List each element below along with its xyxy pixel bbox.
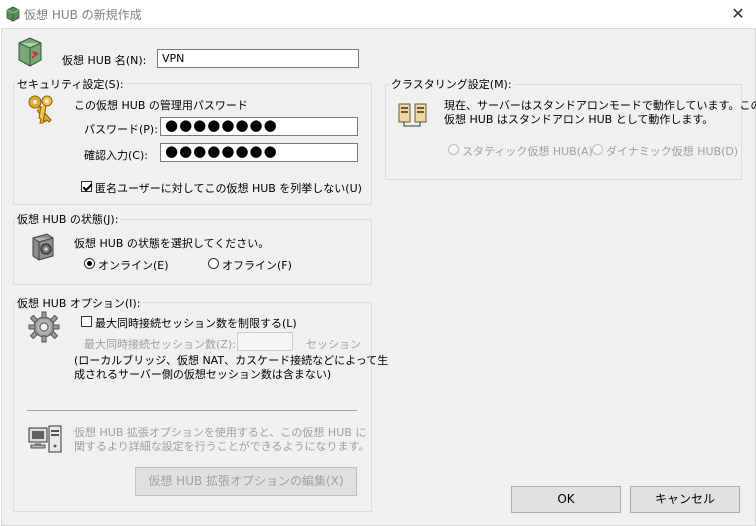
status-group-title: 仮想 HUB の状態(J): (15, 211, 121, 227)
extended-options-line2: 関するより詳細な設定を行うことができるようになります。 (74, 440, 370, 453)
status-group (13, 219, 372, 285)
virtual-hub-icon (6, 6, 20, 22)
ok-button[interactable]: OK (511, 486, 621, 513)
edit-extended-options-button[interactable]: 仮想 HUB 拡張オプションの編集(X) (135, 467, 357, 496)
servers-icon (398, 103, 427, 127)
anonymous-enum-label[interactable]: 匿名ユーザーに対してこの仮想 HUB を列挙しない(U) (95, 180, 362, 196)
cancel-button[interactable]: キャンセル (630, 486, 740, 513)
limit-sessions-label[interactable]: 最大同時接続セッション数を制限する(L) (95, 315, 297, 331)
sessions-note-line2: 成されるサーバー側の仮想セッション数は含まない) (74, 368, 332, 381)
gear-icon (28, 311, 60, 343)
static-hub-label[interactable]: スタティック仮想 HUB(A) (462, 143, 593, 159)
anonymous-enum-checkbox[interactable] (81, 181, 92, 192)
max-sessions-input[interactable] (237, 332, 293, 351)
sessions-unit-label: セッション (306, 338, 361, 351)
online-radio[interactable] (84, 258, 95, 269)
status-instruction: 仮想 HUB の状態を選択してください。 (74, 237, 270, 250)
clustering-description-line2: 仮想 HUB はスタンドアロン HUB として動作します。 (444, 113, 714, 126)
computers-icon (28, 425, 62, 453)
offline-label[interactable]: オフライン(F) (222, 257, 292, 273)
password-heading: この仮想 HUB の管理用パスワード (74, 99, 248, 112)
security-group-title: セキュリティ設定(S): (15, 76, 126, 92)
dynamic-hub-radio[interactable] (592, 144, 603, 155)
offline-radio[interactable] (208, 258, 219, 269)
clustering-group-title: クラスタリング設定(M): (389, 76, 514, 92)
safe-icon (32, 233, 54, 261)
confirm-password-input[interactable]: ●●●●●●●● (160, 143, 358, 162)
limit-sessions-checkbox[interactable] (81, 316, 92, 327)
hub-name-input[interactable]: VPN (157, 49, 359, 68)
keys-icon (28, 95, 53, 124)
virtual-hub-icon (18, 37, 42, 67)
hub-name-label: 仮想 HUB 名(N): (62, 54, 147, 67)
window-title: 仮想 HUB の新規作成 (24, 8, 142, 22)
close-button[interactable]: ✕ (726, 4, 750, 24)
online-label[interactable]: オンライン(E) (98, 257, 169, 273)
static-hub-radio[interactable] (448, 144, 459, 155)
options-separator (27, 410, 357, 411)
title-bar: 仮想 HUB の新規作成 ✕ (0, 0, 756, 28)
password-label: パスワード(P): (84, 123, 158, 136)
password-input[interactable]: ●●●●●●●● (160, 117, 358, 136)
max-sessions-label: 最大同時接続セッション数(Z): (84, 338, 236, 351)
options-group-title: 仮想 HUB オプション(I): (15, 295, 143, 311)
confirm-password-label: 確認入力(C): (84, 149, 148, 162)
dynamic-hub-label[interactable]: ダイナミック仮想 HUB(D) (606, 143, 738, 159)
